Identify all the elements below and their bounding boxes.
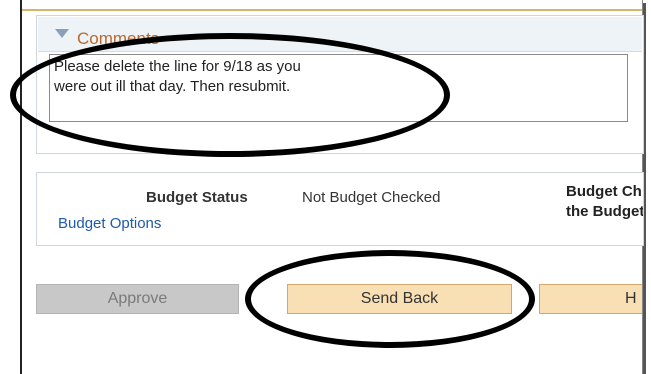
- budget-section: Budget Status Not Budget Checked Budget …: [36, 172, 644, 246]
- budget-options-link[interactable]: Budget Options: [58, 215, 161, 232]
- budget-check-text: Budget Ch the Budget: [566, 182, 643, 222]
- budget-status-value: Not Budget Checked: [302, 189, 441, 206]
- hold-button[interactable]: H: [539, 284, 642, 314]
- budget-status-label: Budget Status: [146, 189, 248, 206]
- comments-title: Comments: [77, 29, 160, 48]
- send-back-button[interactable]: Send Back: [287, 284, 512, 314]
- section-divider: [22, 9, 642, 11]
- budget-check-line-1: Budget Ch: [566, 183, 642, 200]
- approval-panel: Comments Please delete the line for 9/18…: [20, 0, 644, 374]
- comments-textarea[interactable]: Please delete the line for 9/18 as you w…: [49, 54, 628, 122]
- budget-check-line-2: the Budget: [566, 203, 643, 220]
- approve-button[interactable]: Approve: [36, 284, 239, 314]
- collapse-triangle-icon[interactable]: [55, 29, 69, 38]
- comments-header[interactable]: Comments: [38, 17, 642, 52]
